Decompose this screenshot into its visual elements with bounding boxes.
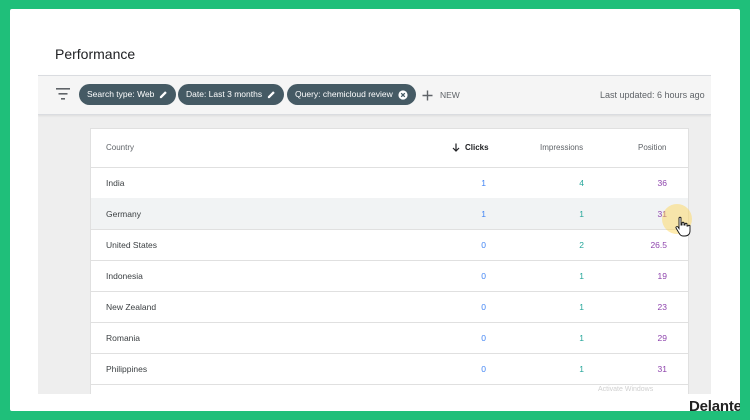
table-row[interactable]: New Zealand 0 1 23 xyxy=(91,291,688,323)
table-row[interactable]: Germany 1 1 31 xyxy=(91,198,688,230)
chip-label: Query: chemicloud review xyxy=(295,89,393,99)
new-label: NEW xyxy=(440,90,460,100)
cell-impressions: 4 xyxy=(579,178,584,188)
hand-cursor-icon xyxy=(675,216,691,237)
filter-bar: Search type: Web Date: Last 3 months Que… xyxy=(38,75,711,115)
table-row[interactable]: United States 0 2 26.5 xyxy=(91,229,688,261)
cell-clicks: 0 xyxy=(481,240,486,250)
page-header: Performance xyxy=(38,35,711,75)
column-clicks-label: Clicks xyxy=(465,143,489,152)
cell-clicks: 1 xyxy=(481,209,486,219)
cell-clicks: 0 xyxy=(481,364,486,374)
edit-icon[interactable] xyxy=(159,90,168,99)
video-frame: Performance Search type: Web Date: Last … xyxy=(10,9,740,411)
cell-clicks: 1 xyxy=(481,178,486,188)
cell-country: Germany xyxy=(106,209,141,219)
country-table: Country Clicks Impressions Position Indi… xyxy=(90,128,689,394)
last-updated: Last updated: 6 hours ago xyxy=(600,90,705,100)
cell-country: Philippines xyxy=(106,364,148,374)
cell-position: 29 xyxy=(657,333,667,343)
plus-icon xyxy=(422,90,433,100)
brand-logo: Delante xyxy=(689,398,740,411)
new-filter-button[interactable]: NEW xyxy=(422,86,460,104)
close-circle-icon[interactable] xyxy=(398,89,408,100)
cell-position: 31 xyxy=(657,364,667,374)
cell-impressions: 1 xyxy=(579,333,584,343)
column-clicks[interactable]: Clicks xyxy=(452,143,489,152)
cell-impressions: 1 xyxy=(579,271,584,281)
edit-icon[interactable] xyxy=(267,90,276,99)
column-impressions[interactable]: Impressions xyxy=(540,143,583,152)
chip-search-type[interactable]: Search type: Web xyxy=(79,84,177,105)
cell-position: 23 xyxy=(657,302,667,312)
chip-label: Date: Last 3 months xyxy=(186,89,263,99)
chip-date[interactable]: Date: Last 3 months xyxy=(178,84,285,105)
table-row[interactable]: Romania 0 1 29 xyxy=(91,322,688,354)
cell-clicks: 0 xyxy=(481,302,486,312)
chip-query[interactable]: Query: chemicloud review xyxy=(287,84,416,105)
cell-impressions: 1 xyxy=(579,302,584,312)
column-position[interactable]: Position xyxy=(638,143,666,152)
table-row[interactable]: Philippines 0 1 31 xyxy=(91,353,688,385)
search-console-screen: Performance Search type: Web Date: Last … xyxy=(38,35,711,394)
cell-impressions: 1 xyxy=(579,364,584,374)
cell-country: India xyxy=(106,178,125,188)
cell-impressions: 2 xyxy=(579,240,584,250)
cell-impressions: 1 xyxy=(579,209,584,219)
cell-country: Romania xyxy=(106,333,141,343)
page-title: Performance xyxy=(55,46,136,62)
filter-icon[interactable] xyxy=(56,88,70,100)
table-row[interactable]: Indonesia 0 1 19 xyxy=(91,260,688,292)
cell-clicks: 0 xyxy=(481,271,486,281)
table-row[interactable]: India 1 4 36 xyxy=(91,167,688,199)
chip-label: Search type: Web xyxy=(87,89,155,99)
cell-position: 26.5 xyxy=(650,240,667,250)
column-country[interactable]: Country xyxy=(106,143,134,152)
cell-country: United States xyxy=(106,240,158,250)
cell-country: Indonesia xyxy=(106,271,143,281)
cell-position: 19 xyxy=(657,271,667,281)
table-header: Country Clicks Impressions Position xyxy=(91,128,688,168)
watermark: Activate Windows xyxy=(598,386,654,393)
cell-country: New Zealand xyxy=(106,302,157,312)
cell-position: 36 xyxy=(657,178,667,188)
sort-arrow-down-icon xyxy=(452,143,460,152)
cell-clicks: 0 xyxy=(481,333,486,343)
